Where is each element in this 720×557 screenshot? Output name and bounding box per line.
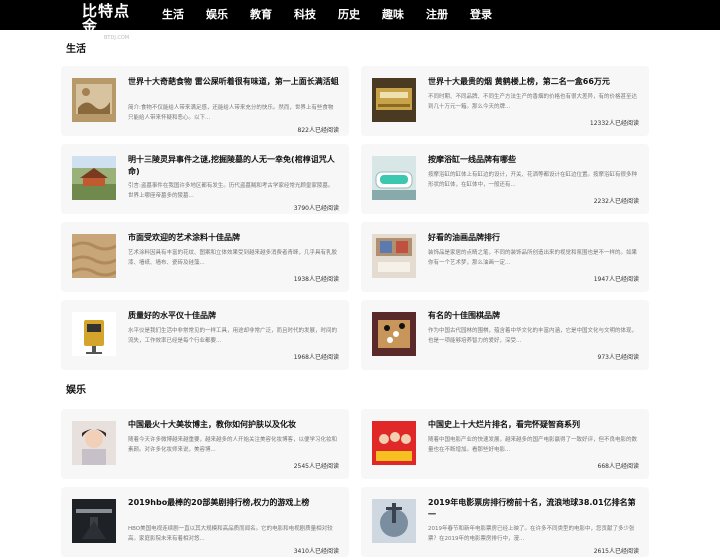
article-title[interactable]: 世界十大奇葩食物 雷公屎听着很有味道，第一上面长满活蛆 xyxy=(128,76,342,88)
article-title[interactable]: 世界十大最贵的烟 黄鹤楼上榜，第二名一盒66万元 xyxy=(428,76,642,88)
section-title: 生活 xyxy=(66,44,86,55)
article-title[interactable]: 市面受欢迎的艺术涂料十佳品牌 xyxy=(128,232,342,244)
nav-item-technology[interactable]: 科技 xyxy=(294,0,316,30)
article-title[interactable]: 按摩浴缸一线品牌有哪些 xyxy=(428,154,642,166)
article-summary: 随着中国电影产业的快速发展，越来越多的国产电影赢得了一致好评，但不良电影的数量也… xyxy=(428,437,638,453)
main-nav: 生活 娱乐 教育 科技 历史 趣味 注册 登录 xyxy=(162,0,514,30)
article-title[interactable]: 有名的十佳围棋品牌 xyxy=(428,310,642,322)
article-card[interactable]: 世界十大奇葩食物 雷公屎听着很有味道，第一上面长满活蛆简介:食物不仅能给人带来满… xyxy=(61,66,349,136)
article-card[interactable]: 中国最火十大美妆博主，教你如何护肤以及化妆随着今天许多微博越来越重要，越来越多的… xyxy=(61,409,349,479)
article-thumbnail[interactable] xyxy=(72,421,116,465)
site-logo[interactable]: 比特点金 BTDJ.COM xyxy=(82,4,140,42)
article-summary: 引言:盗墓事件在我国许多地区都有发生。历代盗墓贼和考古学家经常光顾皇家陵墓。世界… xyxy=(128,183,334,199)
read-count: 2545人已经阅读 xyxy=(293,463,339,470)
section-title: 娱乐 xyxy=(66,385,86,396)
read-count: 2232人已经阅读 xyxy=(593,198,639,205)
article-thumbnail[interactable] xyxy=(372,421,416,465)
article-thumbnail[interactable] xyxy=(372,312,416,356)
article-title[interactable]: 中国最火十大美妆博主，教你如何护肤以及化妆 xyxy=(128,419,342,431)
read-count: 3790人已经阅读 xyxy=(293,205,339,212)
article-thumbnail[interactable] xyxy=(372,78,416,122)
article-title[interactable]: 中国史上十大烂片排名，看完怀疑智商系列 xyxy=(428,419,642,431)
read-count: 668人已经阅读 xyxy=(597,463,639,470)
article-thumbnail[interactable] xyxy=(372,156,416,200)
read-count: 3410人已经阅读 xyxy=(293,548,339,555)
read-count: 1938人已经阅读 xyxy=(293,276,339,283)
article-thumbnail[interactable] xyxy=(71,234,117,278)
article-thumbnail[interactable] xyxy=(72,499,116,543)
article-summary: 艺术涂料因具有丰富的花纹、图案和立体效果受到越来越多消费者青睐，几乎具有乳胶漆、… xyxy=(128,250,338,266)
article-card[interactable]: 中国史上十大烂片排名，看完怀疑智商系列随着中国电影产业的快速发展，越来越多的国产… xyxy=(361,409,649,479)
nav-item-login[interactable]: 登录 xyxy=(470,0,492,30)
article-card[interactable]: 明十三陵灵异事件之谜,挖掘陵墓的人无一幸免(棺椁诅咒人命) 引言:盗墓事件在我国许… xyxy=(61,144,349,214)
read-count: 973人已经阅读 xyxy=(597,354,639,361)
article-thumbnail[interactable] xyxy=(372,234,416,278)
article-summary: 按摩浴缸的缸体上有缸边的设计，开关、花洒等都设计在缸边位置。按摩浴缸有很多种形状… xyxy=(428,172,638,188)
nav-item-education[interactable]: 教育 xyxy=(250,0,272,30)
nav-item-entertainment[interactable]: 娱乐 xyxy=(206,0,228,30)
article-card[interactable]: 2019年电影票房排行榜前十名，流浪地球38.01亿排名第一 2019年春节和新年… xyxy=(361,487,649,557)
article-thumbnail[interactable] xyxy=(72,312,116,356)
article-title[interactable]: 明十三陵灵异事件之谜,挖掘陵墓的人无一幸免(棺椁诅咒人命) xyxy=(128,154,342,178)
article-summary: 2019年春节和新年电影票房已经上映了。在许多不同类型的电影中，您贡献了多少张票… xyxy=(428,526,635,542)
article-card[interactable]: 按摩浴缸一线品牌有哪些按摩浴缸的缸体上有缸边的设计，开关、花洒等都设计在缸边位置… xyxy=(361,144,649,214)
nav-item-life[interactable]: 生活 xyxy=(162,0,184,30)
read-count: 1968人已经阅读 xyxy=(293,354,339,361)
article-summary: 水平仪是我们生活中非常常见的一样工具，用途却非常广泛，而且时代的发展，时间的流失… xyxy=(128,328,338,344)
read-count: 822人已经阅读 xyxy=(297,127,339,134)
nav-item-fun[interactable]: 趣味 xyxy=(382,0,404,30)
read-count: 2615人已经阅读 xyxy=(593,548,639,555)
article-summary: 不同时期、不同品牌、不同生产方法生产的香烟的价格也有很大差异，有的价格甚至达到几… xyxy=(428,94,638,110)
nav-item-history[interactable]: 历史 xyxy=(338,0,360,30)
article-title[interactable]: 好看的油画品牌排行 xyxy=(428,232,642,244)
top-navigation-bar: 比特点金 BTDJ.COM 生活 娱乐 教育 科技 历史 趣味 注册 登录 xyxy=(0,0,720,42)
article-card[interactable]: 好看的油画品牌排行装饰品是家居的点睛之笔，不同的装饰品所创造出来的视觉和氛围也是… xyxy=(361,222,649,292)
article-card[interactable]: 质量好的水平仪十佳品牌水平仪是我们生活中非常常见的一样工具，用途却非常广泛，而且… xyxy=(61,300,349,370)
article-card[interactable]: 2019hbo最棒的20部美剧排行榜,权力的游戏上榜 HBO美国电视连续剧一直以其… xyxy=(61,487,349,557)
article-title[interactable]: 2019hbo最棒的20部美剧排行榜,权力的游戏上榜 xyxy=(128,497,342,509)
article-card[interactable]: 市面受欢迎的艺术涂料十佳品牌艺术涂料因具有丰富的花纹、图案和立体效果受到越来越多… xyxy=(61,222,349,292)
article-card[interactable]: 世界十大最贵的烟 黄鹤楼上榜，第二名一盒66万元不同时期、不同品牌、不同生产方法… xyxy=(361,66,649,136)
article-summary: HBO美国电视连续剧一直以其大规模和高品质而闻名。它的电影和电视剧质量相对较高。… xyxy=(128,526,333,542)
article-title[interactable]: 质量好的水平仪十佳品牌 xyxy=(128,310,342,322)
article-summary: 简介:食物不仅能给人带来满足感，还能给人带来充分的快乐。然而，世界上有些食物只能… xyxy=(128,105,334,121)
article-summary: 作为中国古代园林的围棋，蕴含着中华文化的丰富内涵，它是中国文化与文明的体现，也是… xyxy=(428,328,638,344)
article-thumbnail[interactable] xyxy=(72,156,116,200)
article-summary: 随着今天许多微博越来越重要，越来越多的人开始关注美容化妆博客，以便学习化妆和素颜… xyxy=(128,437,338,453)
logo-text: 比特点金 xyxy=(82,2,131,35)
article-card[interactable]: 有名的十佳围棋品牌作为中国古代园林的围棋，蕴含着中华文化的丰富内涵，它是中国文化… xyxy=(361,300,649,370)
article-summary: 装饰品是家居的点睛之笔，不同的装饰品所创造出来的视觉和氛围也是不一样的。如果你有… xyxy=(428,250,638,266)
read-count: 1947人已经阅读 xyxy=(593,276,639,283)
article-thumbnail[interactable] xyxy=(72,78,116,122)
read-count: 12332人已经阅读 xyxy=(589,120,639,127)
nav-item-register[interactable]: 注册 xyxy=(426,0,448,30)
article-thumbnail[interactable] xyxy=(372,499,416,543)
article-title[interactable]: 2019年电影票房排行榜前十名，流浪地球38.01亿排名第一 xyxy=(428,497,642,521)
logo-subtext: BTDJ.COM xyxy=(104,35,130,41)
